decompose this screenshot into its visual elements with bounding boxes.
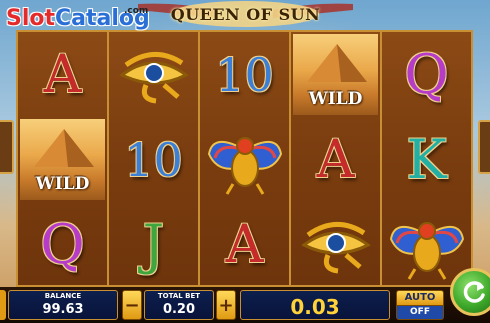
- balance-value: 99.63: [42, 302, 84, 317]
- reel-5: Q K: [382, 32, 471, 285]
- autoplay-label: AUTO: [396, 290, 444, 306]
- total-bet-label: TOTAL BET: [157, 292, 201, 300]
- symbol-letter-k: K: [406, 128, 447, 191]
- symbol-letter-a: A: [225, 214, 264, 275]
- watermark-suffix: .com: [124, 6, 149, 16]
- reel-grid: A WILD Q 10 J 10 A WILD A Q K: [16, 30, 473, 287]
- symbol-letter-a: A: [316, 129, 355, 190]
- symbol-wild: WILD: [291, 32, 380, 117]
- win-panel: 0.03: [240, 290, 390, 320]
- wild-label: WILD: [35, 174, 90, 194]
- reel-1: A WILD Q: [18, 32, 109, 285]
- wild-label: WILD: [308, 89, 363, 109]
- symbol-letter-q: Q: [40, 213, 85, 276]
- reel-3: 10 A: [200, 32, 291, 285]
- reel-4: WILD A: [291, 32, 382, 285]
- symbol-ten: 10: [124, 132, 183, 187]
- increase-bet-button[interactable]: +: [216, 290, 236, 320]
- eye-of-horus-icon: [109, 32, 198, 117]
- symbol-wild: WILD: [18, 117, 107, 202]
- refresh-arrow-icon: [463, 281, 485, 303]
- autoplay-state: OFF: [396, 306, 444, 320]
- total-bet-panel: TOTAL BET 0.20: [144, 290, 214, 320]
- eye-of-horus-icon: [291, 202, 380, 287]
- scarab-icon: [200, 117, 289, 202]
- balance-label: BALANCE: [44, 292, 82, 300]
- watermark-logo: SlotCatalog .com: [6, 6, 150, 36]
- symbol-ten: 10: [215, 47, 274, 102]
- decrease-bet-button[interactable]: −: [122, 290, 142, 320]
- game-title: QUEEN OF SUN: [170, 4, 321, 24]
- balance-panel: BALANCE 99.63: [8, 290, 118, 320]
- game-title-banner: QUEEN OF SUN: [138, 0, 353, 28]
- symbol-letter-a: A: [43, 44, 82, 105]
- spin-button[interactable]: [450, 268, 490, 316]
- symbol-letter-q: Q: [404, 43, 449, 106]
- autoplay-button[interactable]: AUTO OFF: [396, 290, 444, 320]
- payline-indicator-left: [0, 120, 14, 174]
- total-bet-value: 0.20: [162, 302, 196, 317]
- payline-indicator-right: [478, 120, 490, 174]
- pyramid-icon: [307, 44, 367, 82]
- pyramid-icon: [34, 129, 94, 167]
- reel-2: 10 J: [109, 32, 200, 285]
- symbol-letter-j: J: [142, 213, 165, 276]
- menu-button[interactable]: [0, 290, 6, 320]
- watermark-slot: Slot: [6, 6, 56, 31]
- win-value: 0.03: [290, 295, 340, 319]
